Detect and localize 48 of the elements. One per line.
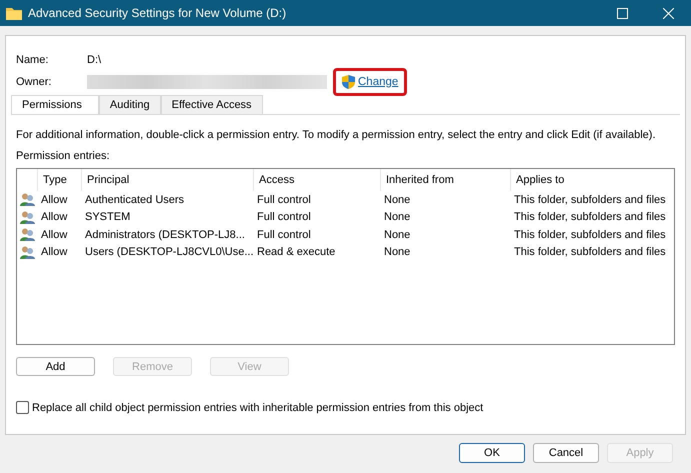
close-icon bbox=[662, 8, 674, 18]
principal-cell-text: Authenticated Users bbox=[84, 192, 186, 208]
users-icon bbox=[20, 246, 34, 259]
inherited-cell-text: None bbox=[383, 210, 412, 226]
inherited-cell-text: None bbox=[383, 245, 412, 260]
checkbox-label: Replace all child object permission entries with inheritable permission entries from this object bbox=[32, 402, 484, 414]
window-title: Advanced Security Settings for New Volume (D:) bbox=[28, 6, 288, 20]
inherited-cell-text: None bbox=[383, 192, 412, 208]
inherited-cell-text: None bbox=[383, 228, 412, 243]
access-cell-text: Full control bbox=[256, 192, 312, 208]
applies-to-cell-text: This folder, subfolders and files bbox=[513, 210, 667, 226]
users-icon bbox=[20, 228, 34, 242]
applies-to-cell-text: This folder, subfolders and files bbox=[513, 228, 667, 243]
access-cell-text: Read & execute bbox=[256, 245, 336, 260]
entries-label: Permission entries: bbox=[16, 150, 111, 162]
column-header[interactable]: Inherited from bbox=[380, 169, 510, 191]
checkbox[interactable] bbox=[16, 401, 29, 414]
users-icon bbox=[20, 210, 34, 224]
applies-to-cell-text: This folder, subfolders and files bbox=[513, 245, 667, 260]
maximize-icon bbox=[616, 8, 628, 18]
dialog-button[interactable]: OK bbox=[459, 443, 525, 463]
dialog-button[interactable]: Cancel bbox=[533, 443, 599, 463]
type-cell-text: Allow bbox=[40, 245, 68, 260]
type-cell-text: Allow bbox=[40, 192, 68, 208]
tab[interactable]: Permissions bbox=[11, 95, 99, 114]
principal-cell-text: Administrators (DESKTOP-LJ8... bbox=[84, 228, 246, 243]
tab[interactable]: Effective Access bbox=[160, 95, 263, 114]
entry-button[interactable]: Add bbox=[16, 357, 95, 376]
change-link[interactable]: Change bbox=[333, 68, 408, 96]
column-header[interactable]: Principal bbox=[81, 169, 253, 191]
principal-cell-text: Users (DESKTOP-LJ8CVL0\Use... bbox=[84, 245, 253, 260]
column-header[interactable]: Access bbox=[253, 169, 380, 191]
tab[interactable]: Auditing bbox=[98, 95, 161, 114]
type-cell-text: Allow bbox=[40, 210, 68, 226]
folder-icon bbox=[6, 6, 22, 20]
applies-to-cell-text: This folder, subfolders and files bbox=[513, 192, 667, 208]
principal-cell-text: SYSTEM bbox=[84, 210, 132, 226]
name-label: Name: bbox=[16, 54, 50, 66]
access-cell-text: Full control bbox=[256, 210, 312, 226]
owner-label: Owner: bbox=[16, 76, 52, 88]
shield-icon bbox=[342, 75, 355, 89]
access-cell-text: Full control bbox=[256, 228, 312, 243]
type-cell-text: Allow bbox=[40, 228, 68, 243]
name-value: D:\ bbox=[87, 54, 102, 66]
users-icon bbox=[20, 193, 34, 206]
column-header[interactable]: Applies to bbox=[510, 169, 674, 191]
info-text: For additional information, double-click a permission entry. To modify a permission entry, select the entry and click Edit (if available). bbox=[16, 129, 657, 141]
column-header[interactable]: Type bbox=[37, 169, 81, 191]
